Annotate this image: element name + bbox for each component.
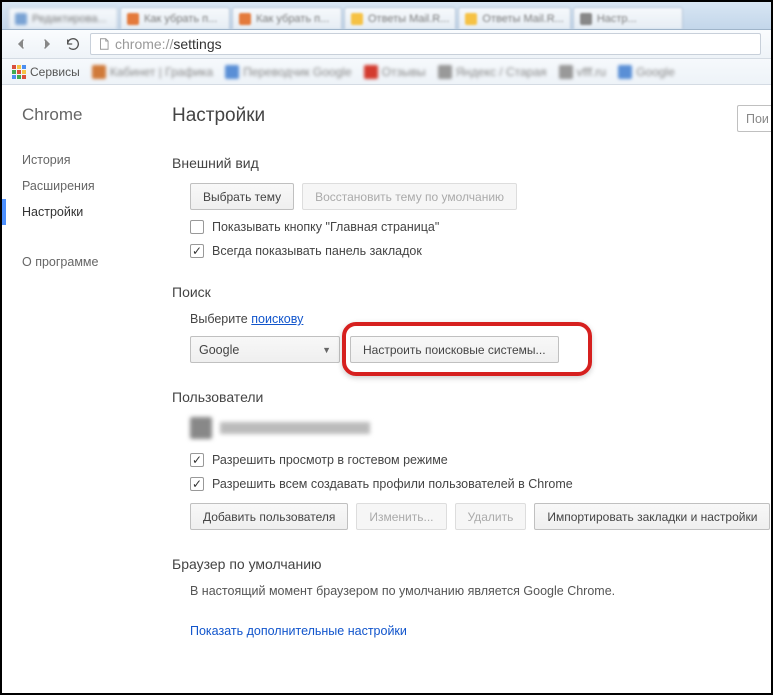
guest-mode-label: Разрешить просмотр в гостевом режиме	[212, 453, 448, 467]
avatar	[190, 417, 212, 439]
apps-button[interactable]: Сервисы	[12, 65, 80, 79]
allow-create-label: Разрешить всем создавать профили пользов…	[212, 477, 573, 491]
url-path: settings	[173, 36, 221, 52]
url-input[interactable]: chrome://settings	[90, 33, 761, 55]
bookmark-item[interactable]: Переводчик Google	[225, 65, 352, 79]
user-profile-row	[190, 417, 771, 439]
choose-theme-button[interactable]: Выбрать тему	[190, 183, 294, 210]
add-user-button[interactable]: Добавить пользователя	[190, 503, 348, 530]
show-home-checkbox[interactable]	[190, 220, 204, 234]
search-engine-link[interactable]: поискову	[251, 312, 303, 326]
bookmark-item[interactable]: Яндекс / Старая	[438, 65, 547, 79]
apps-label: Сервисы	[30, 65, 80, 79]
settings-search-input[interactable]: Пои	[737, 105, 771, 132]
appearance-heading: Внешний вид	[172, 155, 771, 171]
section-search: Поиск Выберите поискову Google ▼ Настрои…	[172, 284, 771, 363]
sidebar-item-history[interactable]: История	[20, 147, 162, 173]
content-area: Chrome История Расширения Настройки О пр…	[2, 85, 771, 693]
url-protocol: chrome://	[115, 36, 173, 52]
bookmark-item[interactable]: Google	[618, 65, 675, 79]
section-appearance: Внешний вид Выбрать тему Восстановить те…	[172, 155, 771, 258]
restore-theme-button: Восстановить тему по умолчанию	[302, 183, 517, 210]
search-heading: Поиск	[172, 284, 771, 300]
allow-create-checkbox[interactable]	[190, 477, 204, 491]
section-users: Пользователи Разрешить просмотр в гостев…	[172, 389, 771, 530]
import-settings-button[interactable]: Импортировать закладки и настройки	[534, 503, 770, 530]
address-bar: chrome://settings	[2, 30, 771, 59]
sidebar: Chrome История Расширения Настройки О пр…	[2, 85, 162, 693]
section-default-browser: Браузер по умолчанию В настоящий момент …	[172, 556, 771, 598]
apps-icon	[12, 65, 26, 79]
edit-user-button: Изменить...	[356, 503, 446, 530]
brand-label: Chrome	[20, 105, 162, 125]
search-description: Выберите поискову	[190, 312, 771, 326]
page-title: Настройки	[172, 105, 771, 127]
browser-tab[interactable]: Настр...	[573, 7, 683, 29]
browser-tab[interactable]: Редактирова...	[8, 7, 118, 29]
reload-button[interactable]	[64, 35, 82, 53]
search-engine-select[interactable]: Google ▼	[190, 336, 340, 363]
user-name-label	[220, 422, 370, 434]
browser-tab[interactable]: Как убрать п...	[232, 7, 342, 29]
search-engine-selected: Google	[199, 343, 239, 357]
show-bookmarks-label: Всегда показывать панель закладок	[212, 244, 422, 258]
configure-search-engines-button[interactable]: Настроить поисковые системы...	[350, 336, 559, 363]
bookmark-item[interactable]: vfff.ru	[559, 65, 607, 79]
sidebar-nav: История Расширения Настройки О программе	[20, 147, 162, 275]
back-button[interactable]	[12, 35, 30, 53]
tab-strip: Редактирова... Как убрать п... Как убрат…	[2, 2, 771, 30]
guest-mode-checkbox[interactable]	[190, 453, 204, 467]
browser-tab[interactable]: Как убрать п...	[120, 7, 230, 29]
bookmarks-bar: Сервисы Кабинет | Графика Переводчик Goo…	[2, 59, 771, 85]
browser-tab[interactable]: Ответы Mail.R...	[458, 7, 570, 29]
chevron-down-icon: ▼	[322, 345, 331, 355]
sidebar-item-about[interactable]: О программе	[20, 249, 162, 275]
sidebar-item-extensions[interactable]: Расширения	[20, 173, 162, 199]
browser-tab[interactable]: Ответы Mail.R...	[344, 7, 456, 29]
bookmark-item[interactable]: Отзывы	[364, 65, 426, 79]
show-advanced-link[interactable]: Показать дополнительные настройки	[172, 624, 771, 638]
sidebar-item-settings[interactable]: Настройки	[20, 199, 162, 225]
delete-user-button: Удалить	[455, 503, 527, 530]
page-icon	[97, 37, 111, 51]
main-panel: Настройки Пои Внешний вид Выбрать тему В…	[162, 85, 771, 693]
show-bookmarks-checkbox[interactable]	[190, 244, 204, 258]
users-heading: Пользователи	[172, 389, 771, 405]
forward-button[interactable]	[38, 35, 56, 53]
default-browser-status: В настоящий момент браузером по умолчани…	[190, 584, 771, 598]
default-browser-heading: Браузер по умолчанию	[172, 556, 771, 572]
bookmark-item[interactable]: Кабинет | Графика	[92, 65, 213, 79]
show-home-label: Показывать кнопку "Главная страница"	[212, 220, 439, 234]
